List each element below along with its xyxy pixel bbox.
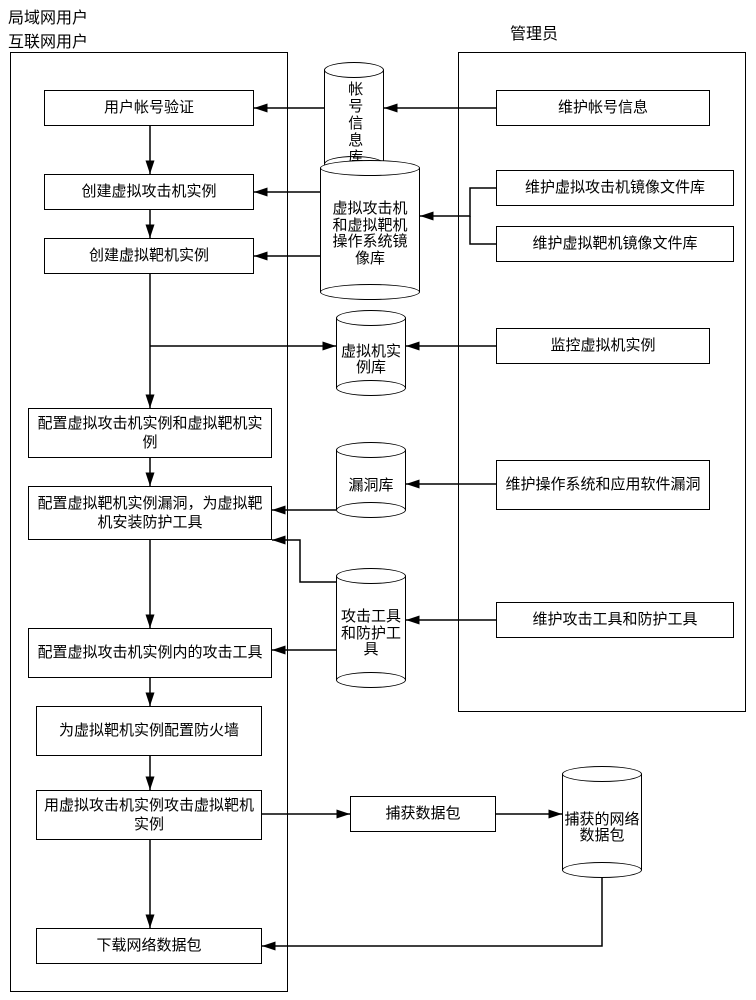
config-attack-tools-box: 配置虚拟攻击机实例内的攻击工具 <box>28 628 272 678</box>
db-vm-instances: 虚拟机实例库 <box>336 310 406 396</box>
db-accounts: 帐号信息库 <box>324 62 384 172</box>
user-auth-box: 用户帐号验证 <box>44 90 254 126</box>
capture-packets-box: 捕获数据包 <box>350 796 496 832</box>
maintain-accounts-box: 维护帐号信息 <box>496 90 710 126</box>
db-captured-packets: 捕获的网络数据包 <box>562 766 642 878</box>
attack-box: 用虚拟攻击机实例攻击虚拟靶机实例 <box>36 790 262 840</box>
maintain-vuln-box: 维护操作系统和应用软件漏洞 <box>496 460 710 510</box>
db-tools: 攻击工具和防护工具 <box>336 568 406 688</box>
maintain-tools-box: 维护攻击工具和防护工具 <box>496 602 734 638</box>
create-attack-vm-box: 创建虚拟攻击机实例 <box>44 174 254 210</box>
download-packets-box: 下载网络数据包 <box>36 928 262 964</box>
label-users: 局域网用户 互联网用户 <box>8 4 88 52</box>
maintain-target-images-box: 维护虚拟靶机镜像文件库 <box>496 226 734 262</box>
label-admin: 管理员 <box>510 20 558 44</box>
config-firewall-box: 为虚拟靶机实例配置防火墙 <box>36 706 262 756</box>
monitor-vm-box: 监控虚拟机实例 <box>496 328 710 364</box>
config-vuln-box: 配置虚拟靶机实例漏洞，为虚拟靶机安装防护工具 <box>28 486 272 540</box>
maintain-attack-images-box: 维护虚拟攻击机镜像文件库 <box>496 170 734 206</box>
db-vm-images: 虚拟攻击机和虚拟靶机操作系统镜像库 <box>320 160 420 300</box>
create-target-vm-box: 创建虚拟靶机实例 <box>44 238 254 274</box>
db-vulns: 漏洞库 <box>336 442 406 518</box>
config-vms-box: 配置虚拟攻击机实例和虚拟靶机实例 <box>28 408 272 458</box>
